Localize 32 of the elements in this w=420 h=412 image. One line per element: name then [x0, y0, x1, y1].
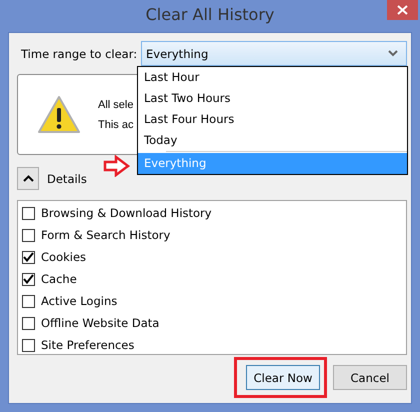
checkbox[interactable] — [22, 250, 35, 264]
checkbox[interactable] — [22, 338, 35, 352]
details-label: Details — [47, 172, 87, 186]
checkbox-label: Offline Website Data — [41, 316, 160, 330]
checkbox[interactable] — [22, 272, 35, 286]
dropdown-option[interactable]: Last Two Hours — [138, 88, 407, 109]
details-toggle-button[interactable] — [17, 167, 39, 190]
cancel-button[interactable]: Cancel — [333, 365, 407, 390]
checkbox[interactable] — [22, 228, 35, 242]
dropdown-option[interactable]: Last Hour — [138, 67, 407, 88]
checkbox-label: Cache — [41, 272, 77, 286]
time-range-dropdown[interactable]: Everything — [141, 41, 407, 66]
window-title: Clear All History — [146, 4, 274, 24]
warning-text: This ac — [98, 118, 134, 130]
checkbox-label: Cookies — [41, 250, 86, 264]
clear-now-button[interactable]: Clear Now — [246, 365, 320, 390]
warning-text: All sele — [98, 98, 134, 110]
time-range-label: Time range to clear: — [20, 46, 138, 60]
checkbox[interactable] — [22, 294, 35, 308]
checkbox[interactable] — [22, 316, 35, 330]
dropdown-option[interactable]: Last Four Hours — [138, 109, 407, 130]
checkbox-label: Form & Search History — [41, 228, 170, 242]
checkbox[interactable] — [22, 206, 35, 220]
dropdown-option[interactable]: Today — [138, 130, 407, 151]
chevron-down-icon — [388, 50, 398, 57]
checkbox-label: Browsing & Download History — [41, 206, 212, 220]
caret-icon — [22, 175, 34, 182]
checkbox-label: Site Preferences — [41, 338, 134, 352]
checkbox-label: Active Logins — [41, 294, 118, 308]
close-button[interactable] — [387, 0, 418, 20]
close-icon — [397, 5, 408, 15]
warning-icon — [37, 94, 81, 134]
